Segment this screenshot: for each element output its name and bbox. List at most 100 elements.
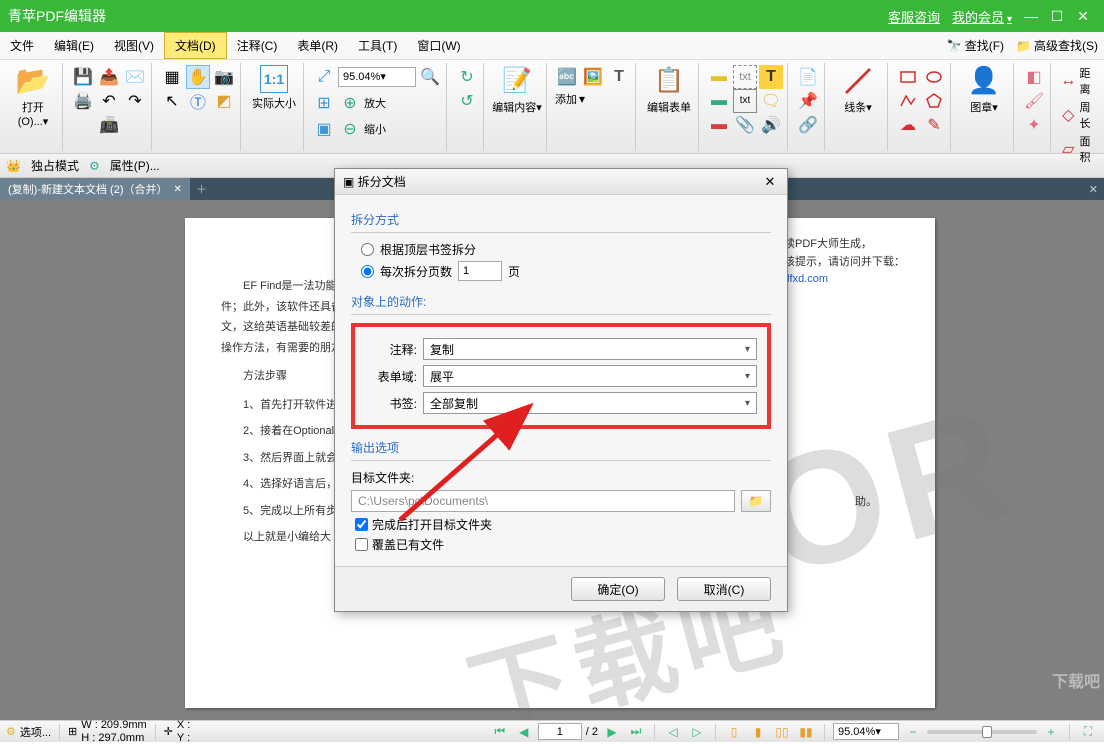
file-attach-icon[interactable]: 📎 bbox=[733, 113, 757, 137]
sticky-icon[interactable]: 📄 bbox=[796, 65, 820, 89]
fit-button[interactable]: ⛶ bbox=[1078, 723, 1098, 741]
textbox-icon[interactable]: txt bbox=[733, 65, 757, 89]
perimeter-icon[interactable]: ◇ bbox=[1059, 103, 1078, 127]
menu-annotate[interactable]: 注释(C) bbox=[227, 33, 288, 58]
menu-window[interactable]: 窗口(W) bbox=[407, 33, 470, 58]
next-page-button[interactable]: ▶ bbox=[602, 723, 622, 741]
zoom-in-icon[interactable]: ⊕ bbox=[338, 91, 362, 115]
area-icon[interactable]: ▱ bbox=[1059, 137, 1078, 161]
combo-forms[interactable]: 展平 bbox=[423, 365, 757, 387]
dialog-close-icon[interactable]: ✕ bbox=[761, 174, 779, 190]
hand-icon[interactable]: ✋ bbox=[186, 65, 210, 89]
undo-icon[interactable]: ↶ bbox=[97, 89, 121, 113]
combo-annotations[interactable]: 复制 bbox=[423, 338, 757, 360]
edit-content-button[interactable]: 📝 编辑内容▾ bbox=[492, 65, 542, 115]
maximize-button[interactable]: ☐ bbox=[1044, 8, 1070, 25]
tab-close-icon[interactable]: ✕ bbox=[174, 184, 182, 195]
rect-icon[interactable] bbox=[896, 65, 920, 89]
add-image-icon[interactable]: 🖼️ bbox=[581, 65, 605, 89]
add-text-icon[interactable]: 🔤 bbox=[555, 65, 579, 89]
mail-icon[interactable]: ✉️ bbox=[123, 65, 147, 89]
find-button[interactable]: 🔭查找(F) bbox=[941, 34, 1010, 57]
printer-icon[interactable]: 🖨️ bbox=[71, 89, 95, 113]
lines-button[interactable]: 线条▾ bbox=[833, 65, 883, 115]
distance-icon[interactable]: ↔ bbox=[1059, 69, 1078, 93]
link-member[interactable]: 我的会员▾ bbox=[952, 7, 1012, 26]
rotate-cw-icon[interactable]: ↻ bbox=[455, 65, 479, 89]
cloud-icon[interactable]: ☁ bbox=[896, 113, 920, 137]
attach-icon[interactable]: 📌 bbox=[796, 89, 820, 113]
minimize-button[interactable]: — bbox=[1018, 8, 1044, 24]
menu-document[interactable]: 文档(D) bbox=[164, 32, 227, 59]
ok-button[interactable]: 确定(O) bbox=[571, 577, 665, 601]
options-button[interactable]: 选项... bbox=[20, 724, 51, 740]
sound-icon[interactable]: 🔊 bbox=[759, 113, 783, 137]
menu-form[interactable]: 表单(R) bbox=[287, 33, 348, 58]
redo-icon[interactable]: ↷ bbox=[123, 89, 147, 113]
scan-icon[interactable]: 📠 bbox=[97, 113, 121, 137]
underline-icon[interactable]: ▬ bbox=[707, 89, 731, 113]
menu-edit[interactable]: 编辑(E) bbox=[44, 33, 104, 58]
advanced-find-button[interactable]: 📁高级查找(S) bbox=[1010, 34, 1104, 57]
radio-by-bookmark[interactable]: 根据顶层书签拆分 bbox=[361, 241, 771, 258]
menu-file[interactable]: 文件 bbox=[0, 33, 44, 58]
add-barcode-icon[interactable]: T bbox=[607, 65, 631, 89]
link-service[interactable]: 客服咨询 bbox=[888, 7, 940, 26]
zoom-combo[interactable]: 95.04% ▾ bbox=[338, 67, 416, 87]
typewriter-icon[interactable]: T bbox=[759, 65, 783, 89]
tabs-close-all[interactable]: ✕ bbox=[1083, 183, 1104, 196]
fit-width-icon[interactable]: ⤢ bbox=[312, 65, 336, 89]
cancel-button[interactable]: 取消(C) bbox=[677, 577, 771, 601]
link-icon[interactable]: 🔗 bbox=[796, 113, 820, 137]
shapes-icon[interactable]: ✦ bbox=[1022, 113, 1046, 137]
rotate-ccw-icon[interactable]: ↺ bbox=[455, 89, 479, 113]
save-icon[interactable]: 💾 bbox=[71, 65, 95, 89]
single-page-icon[interactable]: ▯ bbox=[724, 723, 744, 741]
stamp-button[interactable]: 👤 图章▾ bbox=[959, 65, 1009, 115]
zoom-display[interactable]: 95.04% ▾ bbox=[833, 723, 899, 740]
text-select-icon[interactable]: Ⓣ bbox=[186, 89, 210, 113]
zoom-marquee-icon[interactable]: 🔍 bbox=[418, 65, 442, 89]
zoom-in-button[interactable]: + bbox=[1041, 723, 1061, 741]
brush-icon[interactable]: 🖌 bbox=[1022, 89, 1046, 113]
radio-by-pages[interactable]: 每次拆分页数 页 bbox=[361, 261, 771, 281]
edit-form-button[interactable]: 📋 编辑表单 bbox=[644, 65, 694, 115]
strikeout-icon[interactable]: ▬ bbox=[707, 113, 731, 137]
polygon-icon[interactable] bbox=[922, 89, 946, 113]
continuous-icon[interactable]: ▮ bbox=[748, 723, 768, 741]
highlight-icon[interactable]: ▬ bbox=[707, 65, 731, 89]
fit-page-icon[interactable]: ⊞ bbox=[312, 91, 336, 115]
document-tab[interactable]: (复制)-新建文本文档 (2)（合并） ✕ bbox=[0, 178, 190, 200]
note-icon[interactable]: 🗨 bbox=[759, 89, 783, 113]
callout-icon[interactable]: txt bbox=[733, 89, 757, 113]
browse-folder-button[interactable]: 📁 bbox=[741, 490, 771, 512]
open-button[interactable]: 📂 打开(O)...▾ bbox=[8, 65, 58, 128]
exclusive-mode-label[interactable]: 独占模式 bbox=[31, 157, 79, 174]
combo-bookmarks[interactable]: 全部复制 bbox=[423, 392, 757, 414]
facing-icon[interactable]: ▯▯ bbox=[772, 723, 792, 741]
checkbox-overwrite[interactable]: 覆盖已有文件 bbox=[355, 536, 771, 553]
facing-cont-icon[interactable]: ▮▮ bbox=[796, 723, 816, 741]
fit-visible-icon[interactable]: ▣ bbox=[312, 117, 336, 141]
nav-back-button[interactable]: ◁ bbox=[663, 723, 683, 741]
zoom-out-button[interactable]: − bbox=[903, 723, 923, 741]
new-tab-button[interactable]: ＋ bbox=[190, 181, 213, 197]
properties-button[interactable]: 属性(P)... bbox=[110, 157, 160, 174]
actual-size-button[interactable]: 1:1 实际大小 bbox=[249, 65, 299, 111]
dialog-titlebar[interactable]: ▣ 拆分文档 ✕ bbox=[335, 169, 787, 195]
nav-fwd-button[interactable]: ▷ bbox=[687, 723, 707, 741]
page-number-input[interactable] bbox=[538, 723, 582, 740]
eraser-icon[interactable]: ◧ bbox=[1022, 65, 1046, 89]
close-button[interactable]: ✕ bbox=[1070, 8, 1096, 25]
print-icon[interactable]: 📤 bbox=[97, 65, 121, 89]
polyline-icon[interactable] bbox=[896, 89, 920, 113]
pages-per-split-input[interactable] bbox=[458, 261, 502, 281]
zoom-slider[interactable] bbox=[927, 730, 1037, 734]
pencil-icon[interactable]: ✎ bbox=[922, 113, 946, 137]
last-page-button[interactable]: ⏭ bbox=[626, 723, 646, 741]
oval-icon[interactable] bbox=[922, 65, 946, 89]
menu-view[interactable]: 视图(V) bbox=[104, 33, 164, 58]
camera-icon[interactable]: 📷 bbox=[212, 65, 236, 89]
annot-select-icon[interactable]: ◩ bbox=[212, 89, 236, 113]
prev-page-button[interactable]: ◀ bbox=[514, 723, 534, 741]
